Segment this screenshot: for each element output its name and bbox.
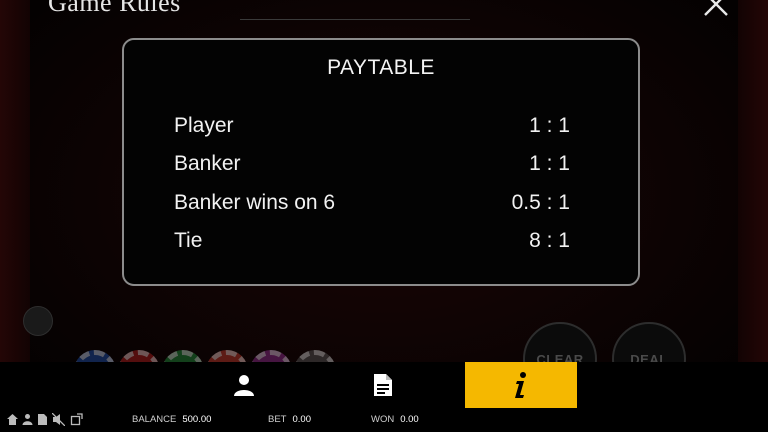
home-icon[interactable] xyxy=(6,413,19,426)
info-icon xyxy=(515,372,526,398)
tab-info[interactable] xyxy=(465,362,577,408)
bet-name: Banker wins on 6 xyxy=(174,191,336,214)
won-label: WON xyxy=(371,414,395,425)
tab-player[interactable] xyxy=(188,362,300,408)
curtain-right xyxy=(738,0,768,362)
paytable-panel: PAYTABLE Player 1 : 1 Banker 1 : 1 Banke… xyxy=(122,38,640,286)
title-divider xyxy=(240,19,470,20)
paytable-title: PAYTABLE xyxy=(327,56,435,79)
won-display: WON 0.00 xyxy=(371,414,419,425)
bet-label: BET xyxy=(268,414,287,425)
bet-name: Tie xyxy=(174,229,203,252)
bet-display: BET 0.00 xyxy=(268,414,311,425)
document-icon xyxy=(374,374,392,396)
user-small-icon[interactable] xyxy=(21,413,34,426)
bet-name: Banker xyxy=(174,152,241,175)
balance-label: BALANCE xyxy=(132,414,177,425)
user-icon xyxy=(234,375,254,396)
status-icons xyxy=(6,413,106,429)
paytable-row: Tie 8 : 1 xyxy=(174,229,570,259)
balance-display: BALANCE 500.00 xyxy=(132,414,211,425)
bet-odds: 1 : 1 xyxy=(529,114,570,137)
close-icon[interactable] xyxy=(702,0,730,18)
page-title: Game Rules xyxy=(48,0,181,17)
bet-name: Player xyxy=(174,114,234,137)
curtain-left xyxy=(0,0,30,362)
won-value: 0.00 xyxy=(400,414,419,425)
bet-odds: 1 : 1 xyxy=(529,152,570,175)
settings-gear-icon[interactable] xyxy=(23,306,53,336)
tab-rules-document[interactable] xyxy=(327,362,439,408)
document-small-icon[interactable] xyxy=(36,413,49,426)
bet-odds: 0.5 : 1 xyxy=(511,191,570,214)
paytable-row: Banker 1 : 1 xyxy=(174,152,570,182)
bet-value: 0.00 xyxy=(292,414,311,425)
bet-odds: 8 : 1 xyxy=(529,229,570,252)
sound-muted-icon[interactable] xyxy=(52,413,65,426)
paytable-row: Banker wins on 6 0.5 : 1 xyxy=(174,191,570,221)
fullscreen-icon[interactable] xyxy=(70,413,83,426)
balance-value: 500.00 xyxy=(182,414,212,425)
paytable-row: Player 1 : 1 xyxy=(174,114,570,144)
